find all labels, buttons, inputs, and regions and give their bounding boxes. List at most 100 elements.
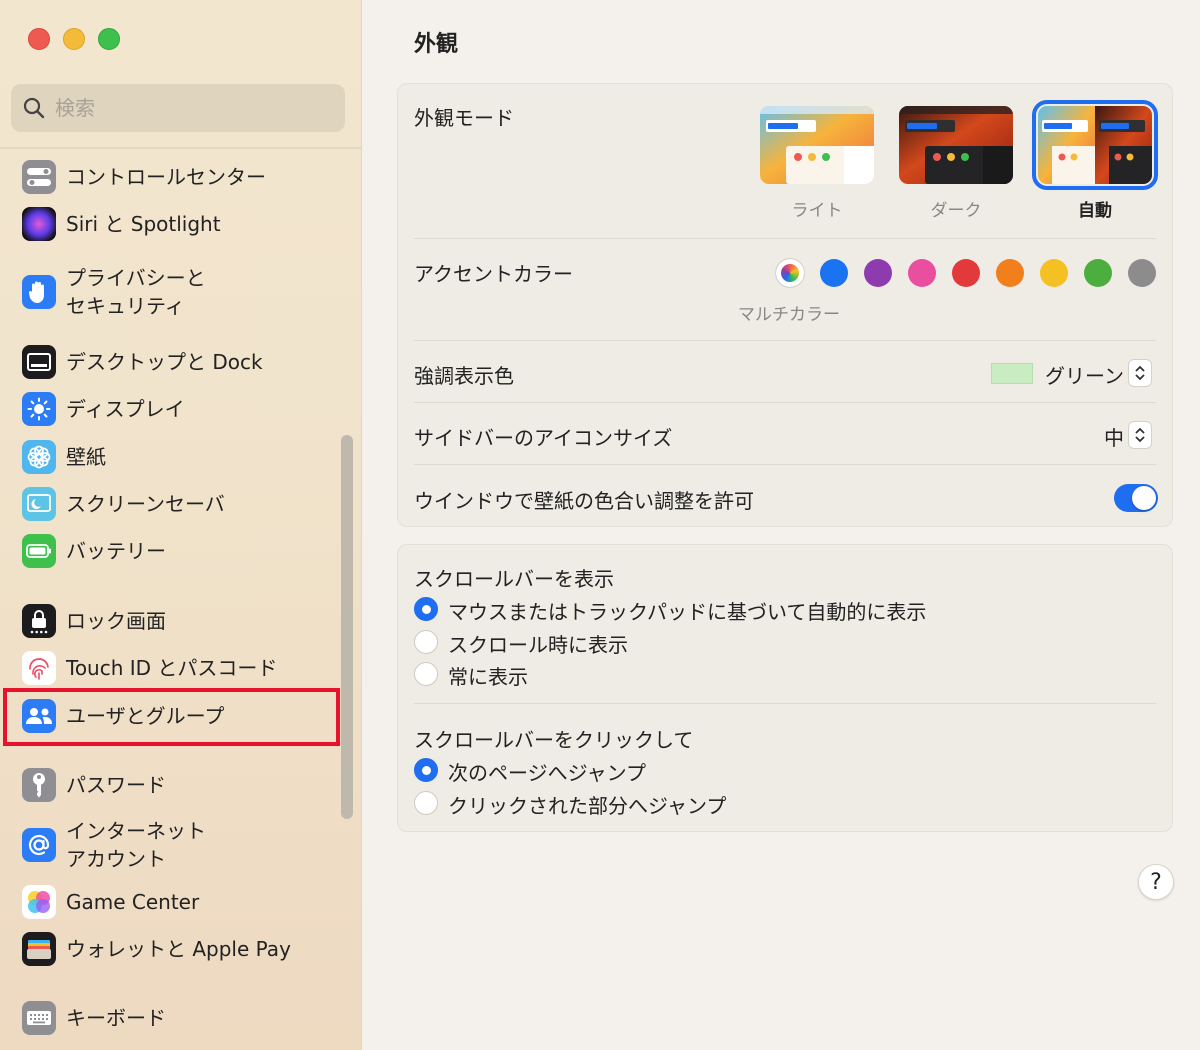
row-divider — [414, 340, 1156, 341]
toggle-knob — [1132, 486, 1156, 510]
display-brightness-icon — [22, 392, 56, 426]
radio-scroll-auto[interactable] — [414, 597, 438, 621]
click-scrollbar-label: スクロールバーをクリックして — [414, 728, 694, 752]
radio-label-jump-next-page: 次のページへジャンプ — [448, 761, 646, 785]
appearance-dark-label: ダーク — [930, 201, 982, 221]
search-input[interactable] — [55, 96, 315, 120]
sidebar-item-internet-accounts[interactable]: インターネット アカウント — [22, 815, 206, 875]
highlight-color-stepper[interactable] — [1128, 359, 1152, 387]
sidebar-item-label: キーボード — [66, 1006, 166, 1030]
sidebar-item-label: ディスプレイ — [66, 397, 185, 421]
page-title: 外観 — [414, 32, 459, 57]
radio-label-scroll-always: 常に表示 — [448, 665, 528, 689]
radio-label-jump-to-spot: クリックされた部分へジャンプ — [448, 794, 727, 818]
show-scrollbars-label: スクロールバーを表示 — [414, 567, 614, 591]
key-icon — [22, 768, 56, 802]
sidebar-item-desktop-dock[interactable]: デスクトップと Dock — [22, 342, 263, 382]
sidebar-item-wallpaper[interactable]: 壁紙 — [22, 437, 106, 477]
highlight-color-swatch — [991, 363, 1033, 384]
wallpaper-tint-toggle[interactable] — [1114, 484, 1158, 512]
appearance-mode-label: 外観モード — [414, 106, 514, 130]
fingerprint-icon — [22, 651, 56, 685]
sidebar-item-label: パスワード — [66, 773, 166, 797]
sidebar-item-siri-spotlight[interactable]: Siri と Spotlight — [22, 204, 221, 244]
sidebar-item-touch-id[interactable]: Touch ID とパスコード — [22, 648, 277, 688]
close-window-button[interactable] — [28, 28, 50, 50]
up-down-chevron-icon — [1135, 427, 1145, 443]
radio-scroll-when-scrolling[interactable] — [414, 630, 438, 654]
appearance-dark-thumbnail[interactable] — [899, 106, 1013, 184]
sidebar: コントロールセンター Siri と Spotlight プライバシーと セキュリ… — [0, 0, 362, 1050]
sidebar-item-label-line2: アカウント — [66, 847, 166, 871]
row-divider — [414, 402, 1156, 403]
appearance-auto-thumbnail[interactable] — [1032, 100, 1158, 190]
radio-label-scroll-auto: マウスまたはトラックパッドに基づいて自動的に表示 — [448, 600, 927, 624]
radio-label-scroll-when-scrolling: スクロール時に表示 — [448, 633, 628, 657]
zoom-window-button[interactable] — [98, 28, 120, 50]
sidebar-divider — [0, 147, 361, 149]
row-divider — [414, 703, 1156, 704]
sidebar-item-label: スクリーンセーバ — [66, 492, 225, 516]
sidebar-item-label: Game Center — [66, 890, 200, 914]
sidebar-item-label: バッテリー — [66, 539, 166, 563]
appearance-light-thumbnail[interactable] — [760, 106, 874, 184]
help-button[interactable]: ? — [1138, 864, 1174, 900]
sidebar-item-label: インターネット — [66, 819, 206, 843]
keyboard-icon — [22, 1001, 56, 1035]
search-field[interactable] — [11, 84, 345, 132]
sidebar-item-label: プライバシーと — [66, 266, 206, 290]
sidebar-item-privacy-security[interactable]: プライバシーと セキュリティ — [22, 262, 206, 322]
sidebar-item-displays[interactable]: ディスプレイ — [22, 389, 185, 429]
main-pane: 外観 外観モード ライト ダーク 自動 アクセントカラー マルチカラー 強調表示… — [362, 0, 1200, 1050]
sidebar-item-wallet-apple-pay[interactable]: ウォレットと Apple Pay — [22, 929, 291, 969]
sidebar-item-control-center[interactable]: コントロールセンター — [22, 157, 266, 197]
accent-color-red[interactable] — [952, 259, 980, 287]
sidebar-item-battery[interactable]: バッテリー — [22, 531, 166, 571]
sidebar-item-keyboard[interactable]: キーボード — [22, 998, 166, 1038]
window-controls — [28, 28, 120, 50]
sidebar-item-game-center[interactable]: Game Center — [22, 882, 199, 922]
desktop-dock-icon — [22, 345, 56, 379]
sidebar-item-label: 壁紙 — [66, 445, 106, 469]
wallet-icon — [22, 932, 56, 966]
appearance-light-label: ライト — [791, 201, 843, 221]
accent-color-orange[interactable] — [996, 259, 1024, 287]
wallpaper-tint-label: ウインドウで壁紙の色合い調整を許可 — [414, 489, 754, 513]
sidebar-item-label: コントロールセンター — [66, 165, 266, 189]
radio-jump-next-page[interactable] — [414, 758, 438, 782]
sidebar-item-lock-screen[interactable]: ロック画面 — [22, 601, 166, 641]
accent-color-green[interactable] — [1084, 259, 1112, 287]
radio-scroll-always[interactable] — [414, 662, 438, 686]
game-center-icon — [22, 885, 56, 919]
at-sign-icon — [22, 828, 56, 862]
appearance-auto-label: 自動 — [1078, 201, 1112, 221]
radio-jump-to-spot[interactable] — [414, 791, 438, 815]
sidebar-icon-size-stepper[interactable] — [1128, 421, 1152, 449]
sidebar-scrollbar[interactable] — [341, 435, 353, 819]
accent-color-multicolor[interactable] — [776, 259, 804, 287]
control-center-icon — [22, 160, 56, 194]
sidebar-item-label: ウォレットと Apple Pay — [66, 937, 291, 961]
accent-color-blue[interactable] — [820, 259, 848, 287]
row-divider — [414, 464, 1156, 465]
sidebar-item-screensaver[interactable]: スクリーンセーバ — [22, 484, 225, 524]
annotation-highlight-box — [3, 688, 340, 746]
privacy-hand-icon — [22, 275, 56, 309]
accent-color-purple[interactable] — [864, 259, 892, 287]
sidebar-item-label: ロック画面 — [66, 609, 166, 633]
wallpaper-flower-icon — [22, 440, 56, 474]
battery-icon — [22, 534, 56, 568]
row-divider — [414, 238, 1156, 239]
accent-color-graphite[interactable] — [1128, 259, 1156, 287]
sidebar-icon-size-label: サイドバーのアイコンサイズ — [414, 426, 673, 450]
sidebar-item-passwords[interactable]: パスワード — [22, 765, 166, 805]
accent-color-pink[interactable] — [908, 259, 936, 287]
accent-color-yellow[interactable] — [1040, 259, 1068, 287]
search-icon — [23, 97, 45, 119]
highlight-color-value[interactable]: グリーン — [1040, 360, 1124, 389]
lock-screen-icon — [22, 604, 56, 638]
highlight-color-label: 強調表示色 — [414, 364, 514, 388]
screensaver-icon — [22, 487, 56, 521]
minimize-window-button[interactable] — [63, 28, 85, 50]
sidebar-icon-size-value[interactable]: 中 — [1078, 422, 1124, 451]
